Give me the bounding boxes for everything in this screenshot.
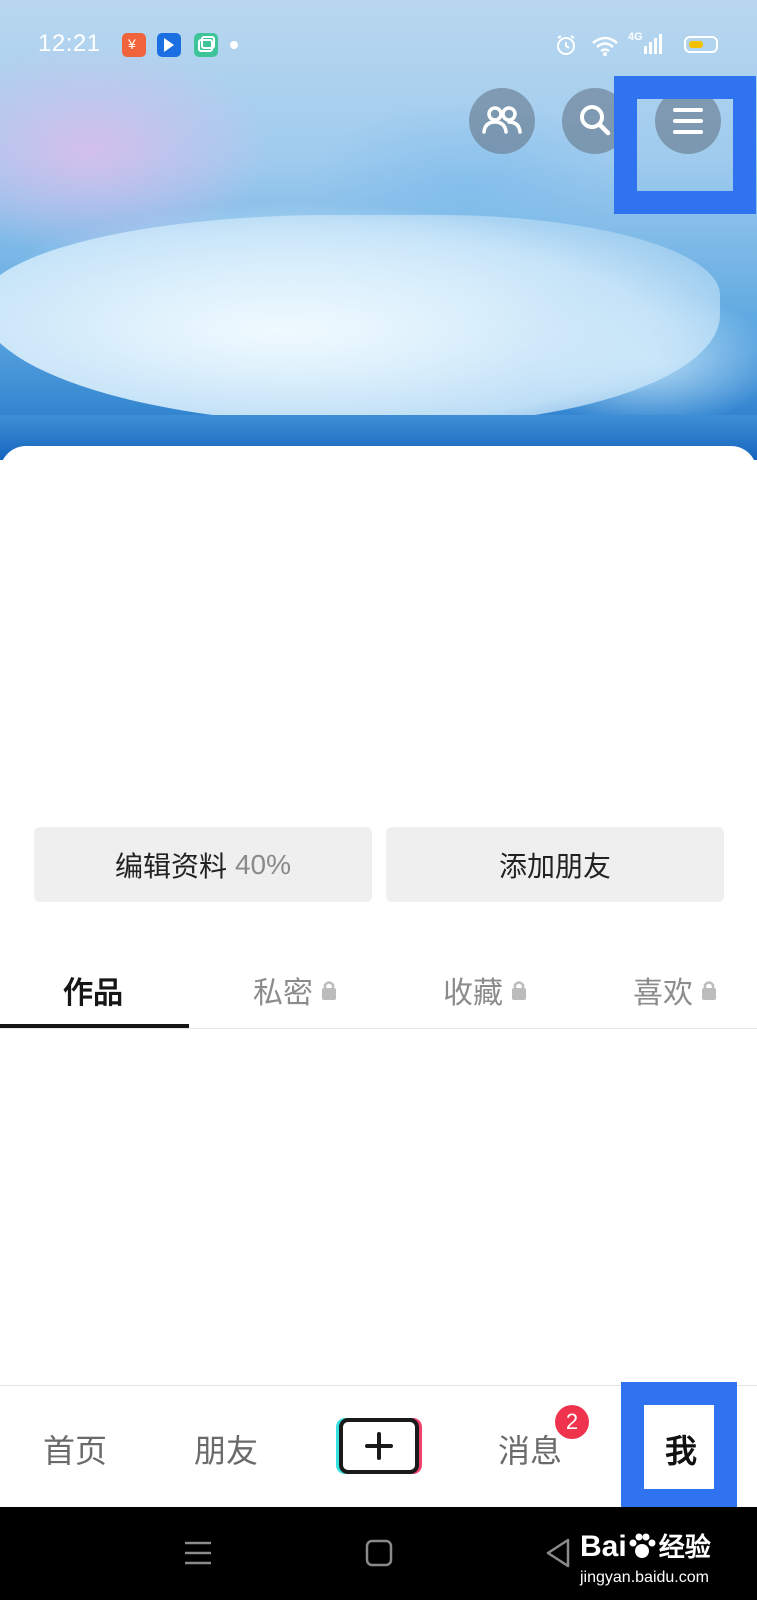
messages-badge: 2	[555, 1405, 589, 1439]
alarm-icon	[557, 35, 575, 55]
tab-private[interactable]: 私密	[253, 968, 337, 1012]
watermark-brand-left: Bai	[580, 1530, 627, 1563]
edit-profile-progress: 40%	[234, 848, 292, 880]
tab-label: 收藏	[443, 976, 503, 1011]
tab-likes[interactable]: 喜欢	[633, 968, 717, 1012]
menu-highlight-box	[614, 76, 756, 214]
add-friend-label: 添加朋友	[498, 849, 611, 883]
app-icon-orange: ¥	[122, 33, 146, 57]
friends-icon	[482, 106, 522, 134]
me-highlight-box	[621, 1382, 737, 1512]
recent-apps-icon[interactable]	[183, 1540, 213, 1566]
edit-profile-button[interactable]: 编辑资料 40%	[34, 827, 372, 902]
watermark-brand: Bai 经验	[580, 1527, 711, 1564]
tab-label: 私密	[253, 976, 313, 1011]
watermark-brand-right: 经验	[658, 1532, 711, 1562]
lock-icon	[322, 981, 336, 1000]
wifi-icon	[592, 36, 618, 56]
plus-icon	[365, 1432, 393, 1460]
cloud-shape	[0, 215, 720, 425]
lock-icon	[512, 981, 526, 1000]
nav-item-messages[interactable]: 消息	[498, 1426, 562, 1472]
back-icon[interactable]	[544, 1537, 572, 1569]
edit-profile-label: 编辑资料	[114, 849, 227, 883]
watermark-url: jingyan.baidu.com	[580, 1569, 709, 1586]
nav-item-friends[interactable]: 朋友	[194, 1426, 258, 1472]
app-icon-green	[194, 33, 218, 57]
tab-works[interactable]: 作品	[63, 968, 123, 1012]
app-icon-blue	[157, 33, 181, 57]
tab-label: 作品	[63, 976, 123, 1011]
battery-level	[689, 41, 703, 48]
nav-item-home[interactable]: 首页	[43, 1426, 107, 1472]
create-button[interactable]	[339, 1418, 419, 1474]
tab-divider	[0, 1028, 757, 1029]
paw-logo-icon	[629, 1533, 656, 1558]
tab-label: 喜欢	[633, 976, 693, 1011]
battery-icon	[684, 36, 718, 53]
friends-button[interactable]	[469, 88, 535, 154]
lock-icon	[702, 981, 716, 1000]
notification-dot	[230, 41, 238, 49]
tab-favorites[interactable]: 收藏	[443, 968, 527, 1012]
status-time: 12:21	[38, 30, 101, 57]
add-friend-button[interactable]: 添加朋友	[386, 827, 724, 902]
profile-card	[0, 446, 757, 1396]
profile-background-image[interactable]	[0, 0, 757, 460]
signal-icon	[644, 34, 662, 54]
home-icon[interactable]	[365, 1539, 393, 1567]
